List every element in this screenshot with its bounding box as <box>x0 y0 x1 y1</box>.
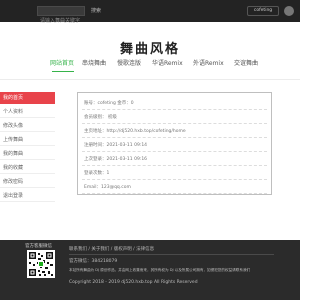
register-time-row: 注册时间：2021-03-11 09:14 <box>82 140 267 152</box>
nav-item-foreign-remix[interactable]: 外语Remix <box>193 58 224 67</box>
homepage-row[interactable]: 主页地址：http://dj520.hxb.top/cofeting/home <box>82 126 267 138</box>
sidebar-item-favorites[interactable]: 我的收藏 <box>0 162 55 174</box>
account-row: 账号：cofeting 金币：0 <box>82 98 267 110</box>
site-logo[interactable]: 舞曲风格 <box>0 38 300 57</box>
nav-item-slow[interactable]: 慢歌连版 <box>117 58 141 67</box>
footer-links[interactable]: 联系我们 / 关于我们 / 版权声明 / 法律信息 <box>69 246 154 252</box>
sidebar-item-password[interactable]: 修改密码 <box>0 176 55 188</box>
search-input[interactable] <box>38 17 84 25</box>
sidebar-item-my-music[interactable]: 我的舞曲 <box>0 148 55 160</box>
footer-divider <box>69 254 274 255</box>
login-count-row: 登录次数：1 <box>82 168 267 180</box>
top-bar: 搜索 cofeting <box>0 0 300 25</box>
email-row: Email：123@qq.com <box>82 182 267 194</box>
nav-active-indicator <box>52 71 74 72</box>
sidebar-item-profile[interactable]: 个人资料 <box>0 106 55 118</box>
search-box <box>37 6 85 25</box>
sidebar-item-home[interactable]: 我的首页 <box>0 92 55 104</box>
qr-label: 官方客服微信 <box>25 244 52 249</box>
sidebar-item-avatar[interactable]: 修改头像 <box>0 120 55 132</box>
sidebar-item-logout[interactable]: 退出登录 <box>0 190 55 202</box>
header-divider <box>0 79 300 80</box>
search-button[interactable]: 搜索 <box>91 6 101 16</box>
last-login-row: 上次登录：2021-03-11 09:16 <box>82 154 267 166</box>
profile-card: 账号：cofeting 金币：0 会员级别： 初级 主页地址：http://dj… <box>77 92 272 195</box>
footer-copyright: Copyright 2018 - 2019 dj520.hxb.top All … <box>69 280 198 285</box>
sidebar-item-upload[interactable]: 上传舞曲 <box>0 134 55 146</box>
nav-item-home[interactable]: 网站首页 <box>50 58 74 67</box>
footer-wechat: 官方微信：384218079 <box>69 259 118 264</box>
qr-code-icon <box>27 250 55 278</box>
nav-item-ballroom[interactable]: 交谊舞曲 <box>234 58 258 67</box>
avatar[interactable] <box>284 6 294 16</box>
nav-item-medley[interactable]: 串烧舞曲 <box>82 58 106 67</box>
user-menu-button[interactable]: cofeting <box>247 6 279 16</box>
nav-item-chinese-remix[interactable]: 华语Remix <box>152 58 183 67</box>
level-row: 会员级别： 初级 <box>82 112 267 124</box>
footer-disclaimer: 本站所有舞曲为 DJ 原创作品，并由网上收集而来，其所有权为 DJ 以及所属公司… <box>69 268 251 272</box>
